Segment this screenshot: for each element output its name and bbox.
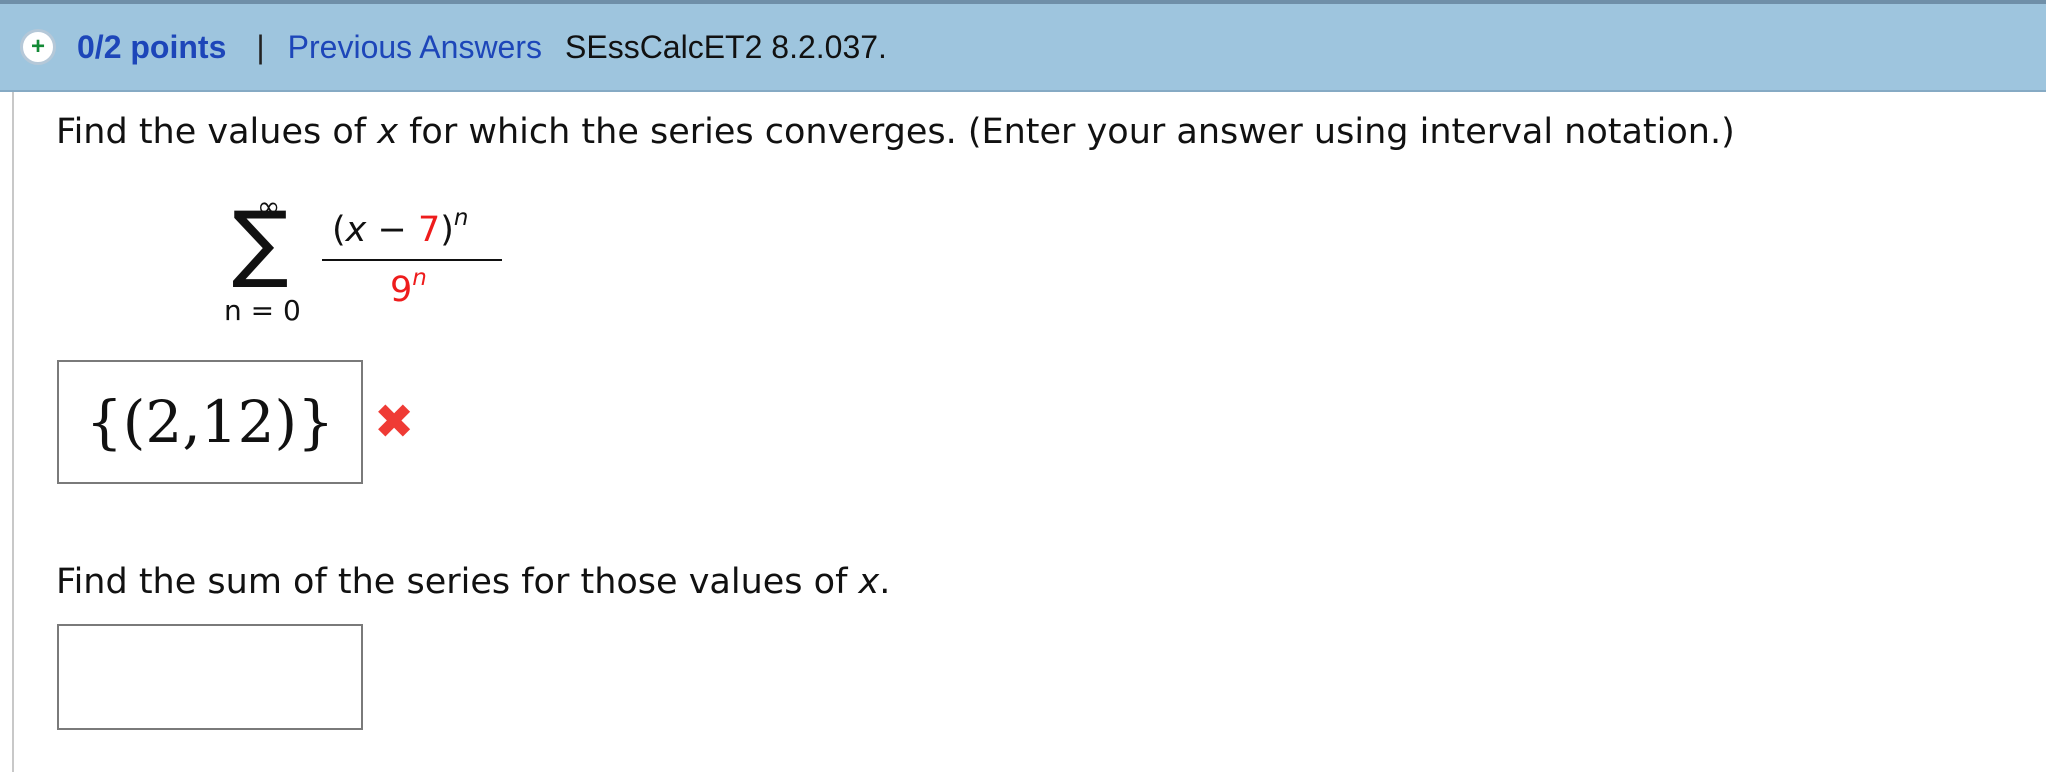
denominator-exponent: n	[412, 265, 427, 291]
previous-answers-link[interactable]: Previous Answers	[288, 29, 542, 66]
numerator-open-parenthesis: (	[332, 210, 346, 250]
points-score: 0/2 points	[77, 28, 227, 65]
numerator-close-parenthesis: )	[440, 210, 454, 250]
plus-circle-icon[interactable]: +	[20, 29, 56, 65]
question-left-border	[12, 92, 14, 772]
numerator-operator: −	[366, 210, 418, 250]
problem-code: SEssCalcET2 8.2.037.	[565, 28, 887, 65]
numerator-exponent: n	[453, 205, 469, 231]
question-text-after-variable: for which the series converges. (Enter y…	[397, 112, 1735, 152]
sum-question-variable-x: x	[858, 562, 880, 602]
summation-symbol: ∑	[232, 193, 289, 291]
question-header: + 0/2 points | Previous Answers SEssCalc…	[0, 0, 2046, 92]
series-expression: ∞ ∑ n = 0 (x − 7)n 9n	[220, 190, 520, 338]
fraction-denominator: 9n	[390, 265, 427, 310]
numerator-constant: 7	[417, 210, 441, 250]
fraction-numerator: (x − 7)n	[332, 205, 468, 250]
convergence-answer-field[interactable]: {(2,12)}	[57, 360, 363, 484]
question-page: + 0/2 points | Previous Answers SEssCalc…	[0, 0, 2046, 772]
sum-question-text-before-variable: Find the sum of the series for those val…	[56, 562, 859, 602]
convergence-question: Find the values of x for which the serie…	[56, 112, 1735, 152]
numerator-variable-x: x	[345, 210, 367, 250]
denominator-base: 9	[390, 270, 413, 310]
question-variable-x: x	[377, 112, 398, 152]
summation-lower-limit: n = 0	[224, 294, 301, 327]
series-sum-answer-field[interactable]	[57, 624, 363, 730]
question-text-before-variable: Find the values of	[56, 112, 378, 152]
header-separator: |	[256, 28, 265, 65]
red-x-icon: ✖	[374, 394, 415, 450]
fraction-line	[322, 259, 502, 261]
sum-question-text-after-variable: .	[879, 562, 891, 602]
sum-question: Find the sum of the series for those val…	[56, 562, 890, 602]
